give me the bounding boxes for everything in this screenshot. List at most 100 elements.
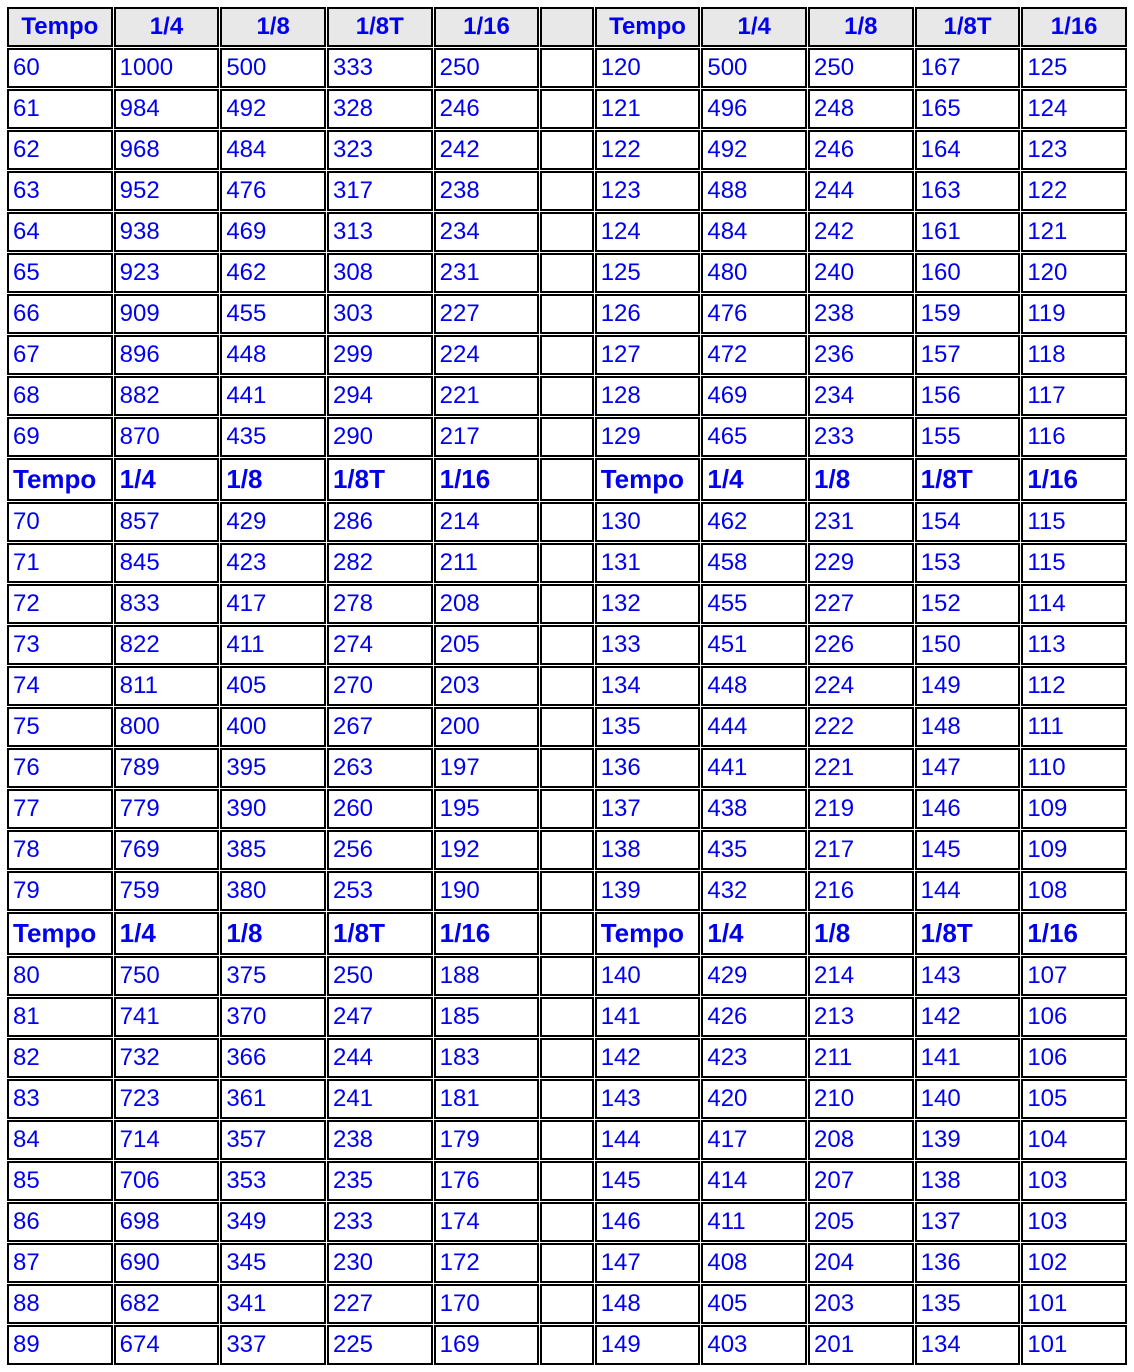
tempo-cell: 87 [7, 1243, 113, 1283]
value-cell: 125 [1021, 48, 1127, 88]
tempo-cell: 133 [595, 625, 701, 665]
tempo-cell: 64 [7, 212, 113, 252]
value-cell: 488 [701, 171, 807, 211]
tempo-cell: 74 [7, 666, 113, 706]
value-cell: 234 [434, 212, 540, 252]
value-cell: 417 [220, 584, 326, 624]
table-row: 65923462308231125480240160120 [7, 253, 1127, 293]
value-cell: 435 [701, 830, 807, 870]
subheader-cell: 1/8T [915, 458, 1021, 501]
value-cell: 303 [327, 294, 433, 334]
tempo-cell: 70 [7, 502, 113, 542]
subheader-cell: 1/8 [808, 458, 914, 501]
value-cell: 845 [114, 543, 220, 583]
value-cell: 444 [701, 707, 807, 747]
value-cell: 299 [327, 335, 433, 375]
value-cell: 952 [114, 171, 220, 211]
tempo-cell: 145 [595, 1161, 701, 1201]
value-cell: 104 [1021, 1120, 1127, 1160]
value-cell: 759 [114, 871, 220, 911]
gap-cell [540, 1079, 593, 1119]
value-cell: 224 [434, 335, 540, 375]
value-cell: 317 [327, 171, 433, 211]
table-row: 67896448299224127472236157118 [7, 335, 1127, 375]
subheader-row: Tempo1/41/81/8T1/16Tempo1/41/81/8T1/16 [7, 458, 1127, 501]
value-cell: 492 [220, 89, 326, 129]
tempo-cell: 67 [7, 335, 113, 375]
value-cell: 164 [915, 130, 1021, 170]
value-cell: 150 [915, 625, 1021, 665]
value-cell: 385 [220, 830, 326, 870]
value-cell: 210 [808, 1079, 914, 1119]
value-cell: 146 [915, 789, 1021, 829]
value-cell: 240 [808, 253, 914, 293]
gap-cell [540, 335, 593, 375]
value-cell: 405 [701, 1284, 807, 1324]
table-row: 68882441294221128469234156117 [7, 376, 1127, 416]
value-cell: 462 [220, 253, 326, 293]
value-cell: 308 [327, 253, 433, 293]
gap-cell [540, 707, 593, 747]
table-row: 77779390260195137438219146109 [7, 789, 1127, 829]
subheader-cell: 1/4 [701, 912, 807, 955]
value-cell: 234 [808, 376, 914, 416]
table-row: 85706353235176145414207138103 [7, 1161, 1127, 1201]
table-header: Tempo 1/4 1/8 1/8T 1/16 Tempo 1/4 1/8 1/… [7, 7, 1127, 47]
value-cell: 195 [434, 789, 540, 829]
value-cell: 750 [114, 956, 220, 996]
value-cell: 169 [434, 1325, 540, 1365]
value-cell: 217 [434, 417, 540, 457]
value-cell: 432 [701, 871, 807, 911]
gap-cell [540, 294, 593, 334]
value-cell: 123 [1021, 130, 1127, 170]
value-cell: 185 [434, 997, 540, 1037]
value-cell: 172 [434, 1243, 540, 1283]
tempo-cell: 120 [595, 48, 701, 88]
value-cell: 423 [701, 1038, 807, 1078]
tempo-cell: 143 [595, 1079, 701, 1119]
value-cell: 156 [915, 376, 1021, 416]
subheader-cell: 1/8 [808, 912, 914, 955]
subheader-cell: 1/8 [220, 458, 326, 501]
gap-cell [540, 130, 593, 170]
value-cell: 337 [220, 1325, 326, 1365]
table-row: 83723361241181143420210140105 [7, 1079, 1127, 1119]
value-cell: 357 [220, 1120, 326, 1160]
value-cell: 435 [220, 417, 326, 457]
value-cell: 140 [915, 1079, 1021, 1119]
value-cell: 370 [220, 997, 326, 1037]
value-cell: 800 [114, 707, 220, 747]
gap-cell [540, 584, 593, 624]
tempo-cell: 130 [595, 502, 701, 542]
gap-cell [540, 502, 593, 542]
value-cell: 103 [1021, 1202, 1127, 1242]
table-row: 69870435290217129465233155116 [7, 417, 1127, 457]
value-cell: 229 [808, 543, 914, 583]
tempo-cell: 131 [595, 543, 701, 583]
value-cell: 124 [1021, 89, 1127, 129]
value-cell: 349 [220, 1202, 326, 1242]
value-cell: 714 [114, 1120, 220, 1160]
value-cell: 674 [114, 1325, 220, 1365]
value-cell: 323 [327, 130, 433, 170]
value-cell: 441 [701, 748, 807, 788]
value-cell: 227 [327, 1284, 433, 1324]
value-cell: 438 [701, 789, 807, 829]
value-cell: 225 [327, 1325, 433, 1365]
tempo-cell: 83 [7, 1079, 113, 1119]
gap-cell [540, 1325, 593, 1365]
value-cell: 203 [434, 666, 540, 706]
value-cell: 250 [434, 48, 540, 88]
tempo-delay-table: Tempo 1/4 1/8 1/8T 1/16 Tempo 1/4 1/8 1/… [6, 6, 1128, 1366]
table-row: 75800400267200135444222148111 [7, 707, 1127, 747]
value-cell: 242 [808, 212, 914, 252]
value-cell: 248 [808, 89, 914, 129]
value-cell: 238 [434, 171, 540, 211]
value-cell: 789 [114, 748, 220, 788]
value-cell: 214 [808, 956, 914, 996]
value-cell: 201 [808, 1325, 914, 1365]
value-cell: 213 [808, 997, 914, 1037]
tempo-cell: 147 [595, 1243, 701, 1283]
tempo-cell: 78 [7, 830, 113, 870]
col-sixteenth-right: 1/16 [1021, 7, 1127, 47]
